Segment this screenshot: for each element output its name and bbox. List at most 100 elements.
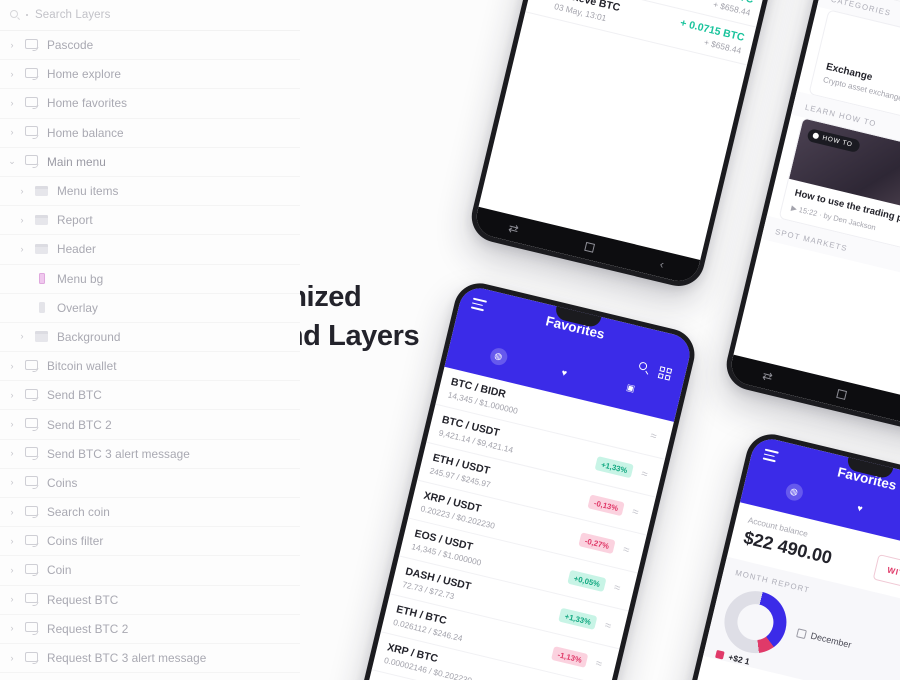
chevron-right-icon[interactable]: › bbox=[6, 536, 18, 546]
home-icon[interactable] bbox=[835, 388, 847, 400]
search-layers-row[interactable]: Search Layers bbox=[0, 0, 300, 31]
layer-label: Header bbox=[57, 242, 96, 257]
layer-row-send-btc-2[interactable]: › Send BTC 2 bbox=[0, 410, 300, 440]
withdraw-button[interactable]: WITHDRAW bbox=[872, 554, 900, 598]
menu-icon[interactable] bbox=[470, 297, 487, 312]
layer-row-coin[interactable]: › Coin bbox=[0, 556, 300, 586]
qr-scan-icon[interactable] bbox=[657, 366, 673, 381]
search-input[interactable]: Search Layers bbox=[35, 9, 110, 21]
tab-explore-icon[interactable]: ◍ bbox=[783, 481, 805, 503]
chevron-right-icon[interactable]: › bbox=[6, 361, 18, 371]
layer-label: Menu bg bbox=[57, 271, 104, 286]
report-month-row[interactable]: December bbox=[796, 627, 900, 669]
change-badge: -1,13% bbox=[551, 646, 589, 668]
rectangle-icon bbox=[34, 300, 51, 315]
chevron-right-icon[interactable]: › bbox=[6, 420, 18, 429]
artboard-icon bbox=[24, 38, 41, 53]
back-icon[interactable]: ‹ bbox=[658, 257, 665, 272]
layer-row-search-coin[interactable]: › Search coin bbox=[0, 498, 300, 528]
tab-explore-icon[interactable]: ◍ bbox=[488, 346, 509, 367]
layer-label: Home favorites bbox=[47, 96, 128, 111]
sparkline-icon: ≈ bbox=[621, 543, 631, 557]
layer-row-main-menu[interactable]: ⌄ Main menu bbox=[0, 148, 300, 177]
layer-label: Coins bbox=[47, 475, 78, 490]
layer-row-send-btc-3-alert-message[interactable]: › Send BTC 3 alert message bbox=[0, 440, 300, 469]
chevron-right-icon[interactable]: › bbox=[6, 40, 18, 50]
folder-icon bbox=[34, 329, 51, 344]
layer-row-home-explore[interactable]: › Home explore bbox=[0, 60, 300, 90]
sparkline-icon: ≈ bbox=[640, 467, 649, 481]
chevron-right-icon[interactable]: › bbox=[6, 69, 18, 79]
legend-value: +$2 1 bbox=[727, 651, 751, 667]
layer-label: Request BTC 3 alert message bbox=[47, 651, 207, 666]
layer-row-coins[interactable]: › Coins bbox=[0, 469, 300, 498]
folder-icon bbox=[34, 184, 51, 199]
layer-label: Home balance bbox=[47, 125, 124, 140]
layers-panel: Search Layers › Pascode › Home explore › Home… bbox=[0, 0, 300, 680]
artboard-icon bbox=[24, 621, 41, 636]
layer-list: › Pascode › Home explore › Home favorites › Hom… bbox=[0, 31, 300, 680]
chevron-right-icon[interactable]: › bbox=[6, 653, 18, 663]
chevron-right-icon[interactable]: › bbox=[6, 390, 18, 400]
artboard-icon bbox=[24, 417, 41, 432]
chevron-right-icon[interactable]: › bbox=[6, 449, 18, 458]
layer-row-request-btc-2[interactable]: › Request BTC 2 bbox=[0, 615, 300, 644]
sparkline-icon: ≈ bbox=[631, 505, 640, 519]
chevron-right-icon[interactable]: › bbox=[16, 215, 28, 225]
tab-wallet-icon[interactable]: ▣ bbox=[620, 378, 640, 398]
layer-row-pascode[interactable]: › Pascode bbox=[0, 31, 300, 61]
layer-row-menu-bg[interactable]: Menu bg bbox=[0, 265, 300, 294]
menu-icon[interactable] bbox=[762, 448, 779, 463]
layer-row-bitcoin-wallet[interactable]: › Bitcoin wallet bbox=[0, 352, 300, 382]
search-icon bbox=[10, 9, 23, 22]
layer-row-menu-items[interactable]: › Menu items bbox=[0, 177, 300, 207]
chevron-right-icon[interactable]: › bbox=[6, 595, 18, 604]
home-icon[interactable] bbox=[583, 241, 595, 253]
layer-row-request-btc-3-alert-message[interactable]: › Request BTC 3 alert message bbox=[0, 644, 300, 674]
layer-row-report[interactable]: › Report bbox=[0, 206, 300, 236]
chevron-right-icon[interactable]: › bbox=[6, 624, 18, 633]
chevron-right-icon[interactable]: › bbox=[6, 507, 18, 517]
balance-screen: Favorites ◍ ♥ ▣ Account balance $22 490.… bbox=[660, 435, 900, 680]
artboard-icon bbox=[24, 125, 41, 140]
phone-mockup-balance: Favorites ◍ ♥ ▣ Account balance $22 490.… bbox=[654, 429, 900, 680]
change-badge: +1,33% bbox=[558, 607, 598, 630]
layer-row-send-btc[interactable]: › Send BTC bbox=[0, 381, 300, 411]
recents-icon[interactable]: ⇄ bbox=[761, 368, 774, 384]
chevron-right-icon[interactable]: › bbox=[6, 478, 18, 487]
artboard-icon bbox=[24, 96, 41, 111]
layer-row-header[interactable]: › Header bbox=[0, 235, 300, 265]
layer-label: Report bbox=[57, 213, 93, 228]
layer-row-home-favorites[interactable]: › Home favorites bbox=[0, 89, 300, 119]
android-navbar: ⇄ ‹ bbox=[472, 206, 701, 286]
search-dropdown-dot[interactable] bbox=[26, 14, 28, 16]
layer-label: Pascode bbox=[47, 38, 94, 53]
change-badge: +1,33% bbox=[594, 456, 634, 479]
layer-row-btc-address[interactable]: ›BTC Address bbox=[0, 673, 300, 680]
artboard-icon bbox=[24, 154, 41, 169]
transaction-list: ⇄Send BTC11 July, 17:05- 0.043010 BTC- $… bbox=[525, 0, 801, 66]
layer-row-background[interactable]: › Background bbox=[0, 323, 300, 353]
chevron-right-icon[interactable]: › bbox=[16, 186, 28, 196]
chevron-right-icon[interactable]: › bbox=[6, 98, 18, 108]
change-badge: -0,13% bbox=[587, 494, 625, 517]
layer-row-home-balance[interactable]: › Home balance bbox=[0, 119, 300, 148]
tab-favorites-icon[interactable]: ♥ bbox=[850, 498, 870, 518]
artboard-icon bbox=[24, 388, 41, 403]
tab-favorites-icon[interactable]: ♥ bbox=[554, 362, 574, 382]
layer-label: Home explore bbox=[47, 67, 122, 82]
video-duration: 15:22 bbox=[797, 205, 819, 219]
layer-label: Overlay bbox=[57, 300, 98, 315]
layer-row-request-btc[interactable]: › Request BTC bbox=[0, 586, 300, 615]
layer-row-coins-filter[interactable]: › Coins filter bbox=[0, 527, 300, 557]
folder-icon bbox=[34, 242, 51, 257]
chevron-right-icon[interactable]: › bbox=[6, 128, 18, 137]
chevron-right-icon[interactable]: › bbox=[16, 244, 28, 254]
chevron-down-icon[interactable]: ⌄ bbox=[6, 157, 18, 166]
layer-row-overlay[interactable]: Overlay bbox=[0, 294, 300, 323]
chevron-right-icon[interactable]: › bbox=[6, 565, 18, 575]
search-icon[interactable] bbox=[637, 361, 651, 375]
chevron-right-icon[interactable]: › bbox=[16, 332, 28, 341]
legend-swatch bbox=[715, 649, 725, 660]
recents-icon[interactable]: ⇄ bbox=[507, 221, 520, 237]
